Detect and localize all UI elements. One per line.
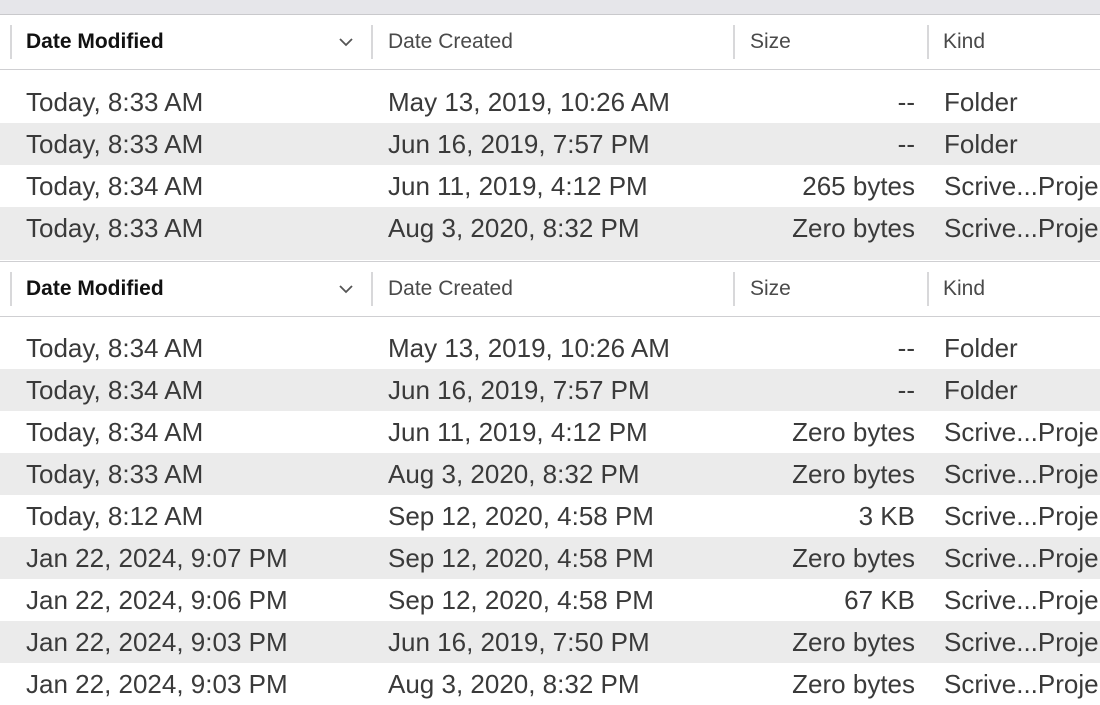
- column-header-size[interactable]: Size: [750, 15, 791, 69]
- column-divider[interactable]: [371, 272, 373, 306]
- date-created-cell: May 13, 2019, 10:26 AM: [388, 87, 670, 117]
- kind-cell: Scrive...Proje: [944, 213, 1099, 243]
- size-cell: Zero bytes: [792, 627, 915, 657]
- kind-cell: Scrive...Proje: [944, 627, 1099, 657]
- size-cell: Zero bytes: [792, 543, 915, 573]
- column-header-row: Date Modified Date Created Size Kind: [0, 15, 1100, 70]
- date-modified-cell: Today, 8:34 AM: [26, 417, 204, 447]
- file-row[interactable]: Today, 8:12 AM Sep 12, 2020, 4:58 PM 3 KB S…: [0, 495, 1100, 537]
- column-divider[interactable]: [733, 272, 735, 306]
- date-created-cell: May 13, 2019, 10:26 AM: [388, 333, 670, 363]
- column-divider[interactable]: [927, 25, 929, 59]
- file-row[interactable]: Today, 8:34 AM Jun 16, 2019, 7:57 PM -- Fol…: [0, 369, 1100, 411]
- file-row[interactable]: Today, 8:34 AM Jun 11, 2019, 4:12 PM Zero …: [0, 411, 1100, 453]
- date-modified-cell: Jan 22, 2024, 9:06 PM: [26, 585, 288, 615]
- file-row[interactable]: Today, 8:33 AM Aug 3, 2020, 8:32 PM Zero b…: [0, 453, 1100, 495]
- date-created-cell: Sep 12, 2020, 4:58 PM: [388, 585, 654, 615]
- chevron-down-icon[interactable]: [337, 280, 355, 298]
- column-header-size[interactable]: Size: [750, 262, 791, 316]
- date-modified-cell: Jan 22, 2024, 9:03 PM: [26, 669, 288, 699]
- column-header-date-created[interactable]: Date Created: [388, 15, 513, 69]
- kind-cell: Scrive...Proje: [944, 585, 1099, 615]
- size-cell: 3 KB: [858, 501, 915, 531]
- column-divider[interactable]: [733, 25, 735, 59]
- date-created-cell: Jun 11, 2019, 4:12 PM: [388, 417, 648, 447]
- kind-cell: Folder: [944, 87, 1018, 117]
- kind-cell: Folder: [944, 333, 1018, 363]
- date-created-cell: Jun 16, 2019, 7:50 PM: [388, 627, 650, 657]
- column-divider[interactable]: [10, 272, 12, 306]
- column-header-date-created[interactable]: Date Created: [388, 262, 513, 316]
- kind-cell: Scrive...Proje: [944, 417, 1099, 447]
- size-cell: --: [897, 87, 915, 117]
- chevron-down-icon[interactable]: [337, 33, 355, 51]
- date-created-cell: Jun 16, 2019, 7:57 PM: [388, 375, 650, 405]
- column-header-row: Date Modified Date Created Size Kind: [0, 261, 1100, 317]
- window-top-strip: [0, 0, 1100, 15]
- date-modified-cell: Today, 8:34 AM: [26, 375, 204, 405]
- date-modified-cell: Jan 22, 2024, 9:03 PM: [26, 627, 288, 657]
- date-created-cell: Aug 3, 2020, 8:32 PM: [388, 669, 640, 699]
- column-divider[interactable]: [10, 25, 12, 59]
- date-created-cell: Sep 12, 2020, 4:58 PM: [388, 543, 654, 573]
- size-cell: --: [897, 129, 915, 159]
- date-modified-cell: Today, 8:33 AM: [26, 87, 204, 117]
- file-row[interactable]: Jan 22, 2024, 9:06 PM Sep 12, 2020, 4:58 …: [0, 579, 1100, 621]
- column-header-date-modified[interactable]: Date Modified: [26, 15, 164, 69]
- file-row[interactable]: Today, 8:34 AM May 13, 2019, 10:26 AM -- Fo…: [0, 327, 1100, 369]
- date-modified-cell: Today, 8:34 AM: [26, 333, 204, 363]
- file-row[interactable]: Today, 8:33 AM Aug 3, 2020, 8:32 PM Zero b…: [0, 207, 1100, 249]
- date-modified-cell: Jan 22, 2024, 9:07 PM: [26, 543, 288, 573]
- date-modified-cell: Today, 8:34 AM: [26, 171, 204, 201]
- column-divider[interactable]: [927, 272, 929, 306]
- kind-cell: Scrive...Proje: [944, 543, 1099, 573]
- column-header-kind[interactable]: Kind: [943, 262, 985, 316]
- file-row[interactable]: Today, 8:33 AM Jun 16, 2019, 7:57 PM -- Fol…: [0, 123, 1100, 165]
- date-created-cell: Aug 3, 2020, 8:32 PM: [388, 213, 640, 243]
- file-row[interactable]: Jan 22, 2024, 9:07 PM Sep 12, 2020, 4:58 …: [0, 537, 1100, 579]
- file-row[interactable]: Jan 22, 2024, 9:03 PM Jun 16, 2019, 7:50 …: [0, 621, 1100, 663]
- size-cell: --: [897, 333, 915, 363]
- date-created-cell: Jun 11, 2019, 4:12 PM: [388, 171, 648, 201]
- file-row[interactable]: Today, 8:34 AM Jun 11, 2019, 4:12 PM 265 b…: [0, 165, 1100, 207]
- size-cell: 67 KB: [844, 585, 915, 615]
- date-created-cell: Jun 16, 2019, 7:57 PM: [388, 129, 650, 159]
- size-cell: Zero bytes: [792, 213, 915, 243]
- kind-cell: Folder: [944, 129, 1018, 159]
- date-modified-cell: Today, 8:33 AM: [26, 213, 204, 243]
- file-row[interactable]: Today, 8:33 AM May 13, 2019, 10:26 AM -- Fo…: [0, 81, 1100, 123]
- size-cell: --: [897, 375, 915, 405]
- date-created-cell: Aug 3, 2020, 8:32 PM: [388, 459, 640, 489]
- column-divider[interactable]: [371, 25, 373, 59]
- size-cell: Zero bytes: [792, 459, 915, 489]
- file-row[interactable]: Jan 22, 2024, 9:03 PM Aug 3, 2020, 8:32 P…: [0, 663, 1100, 705]
- date-modified-cell: Today, 8:33 AM: [26, 459, 204, 489]
- kind-cell: Scrive...Proje: [944, 459, 1099, 489]
- date-modified-cell: Today, 8:12 AM: [26, 501, 204, 531]
- kind-cell: Scrive...Proje: [944, 171, 1099, 201]
- size-cell: 265 bytes: [802, 171, 915, 201]
- size-cell: Zero bytes: [792, 417, 915, 447]
- kind-cell: Scrive...Proje: [944, 669, 1099, 699]
- list-bottom-band: [0, 249, 1100, 260]
- kind-cell: Scrive...Proje: [944, 501, 1099, 531]
- date-created-cell: Sep 12, 2020, 4:58 PM: [388, 501, 654, 531]
- column-header-date-modified[interactable]: Date Modified: [26, 262, 164, 316]
- size-cell: Zero bytes: [792, 669, 915, 699]
- column-header-kind[interactable]: Kind: [943, 15, 985, 69]
- date-modified-cell: Today, 8:33 AM: [26, 129, 204, 159]
- kind-cell: Folder: [944, 375, 1018, 405]
